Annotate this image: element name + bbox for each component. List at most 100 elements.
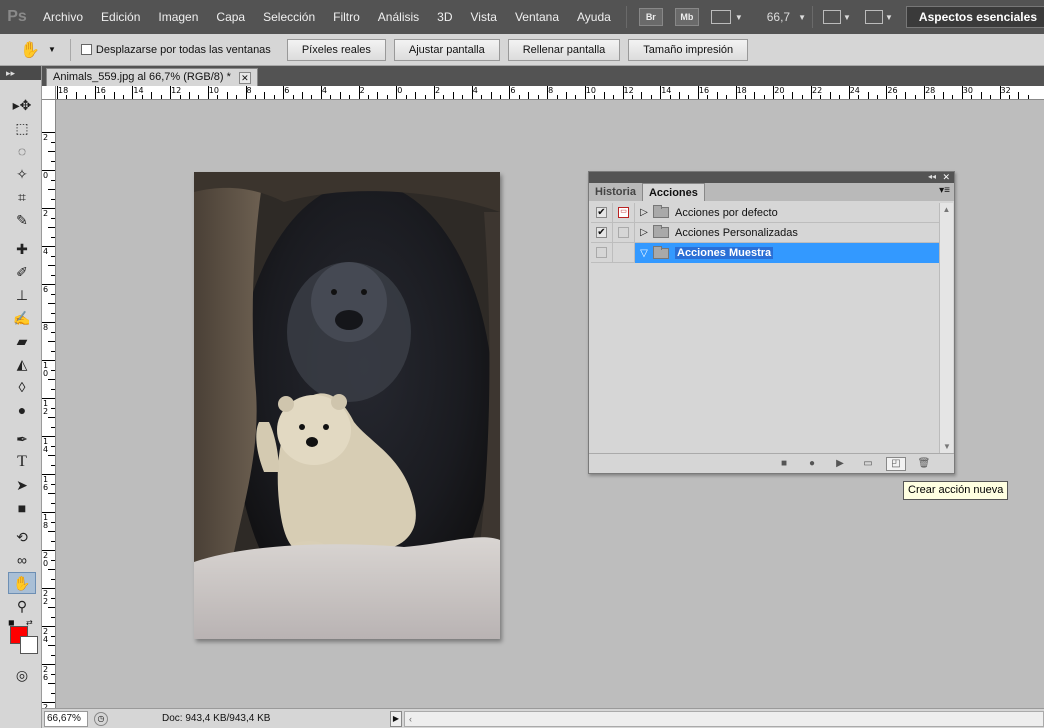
bridge-button[interactable]: Br	[638, 8, 663, 26]
arrange-documents-icon[interactable]	[823, 10, 842, 24]
healing-brush-tool-icon[interactable]: ✚	[8, 238, 36, 260]
zoom-field[interactable]: 66,67%	[44, 710, 88, 727]
status-info-icon[interactable]: ◷	[94, 711, 108, 726]
chevron-down-icon[interactable]: ▼	[48, 45, 56, 54]
ruler-tick	[57, 86, 58, 99]
dialog-toggle-icon[interactable]: ▭	[618, 207, 629, 218]
quick-mask-icon[interactable]: ◎	[8, 664, 36, 686]
minibridge-button[interactable]: Mb	[674, 8, 699, 26]
scroll-up-icon[interactable]: ▲	[940, 203, 953, 217]
panel-titlebar[interactable]: ◂◂ ✕	[589, 172, 954, 183]
paint-bucket-tool-icon[interactable]: ◭	[8, 353, 36, 375]
zoom-level[interactable]: 66,7	[761, 10, 796, 24]
vertical-ruler[interactable]: 20246810121416182022242628	[42, 100, 56, 708]
3d-orbit-tool-icon[interactable]: ∞	[8, 549, 36, 571]
blur-tool-icon[interactable]: ◊	[8, 376, 36, 398]
status-menu-arrow-icon[interactable]: ▶	[390, 710, 402, 727]
scroll-all-windows-option[interactable]: Desplazarse por todas las ventanas	[80, 44, 271, 56]
new-action-icon[interactable]: ◰	[886, 456, 906, 471]
ruler-minor-tick	[75, 92, 77, 99]
toggle-item-checkbox[interactable]: ✔	[596, 207, 607, 218]
move-tool-icon[interactable]: ▸✥	[8, 94, 36, 116]
fill-screen-button[interactable]: Rellenar pantalla	[507, 38, 621, 61]
actual-pixels-button[interactable]: Píxeles reales	[286, 38, 386, 61]
scroll-down-icon[interactable]: ▼	[940, 440, 954, 454]
stop-icon[interactable]: ■	[774, 457, 794, 471]
expand-triangle-icon[interactable]: ▷	[637, 207, 651, 218]
dialog-toggle-icon[interactable]	[618, 227, 629, 238]
record-icon[interactable]: ●	[802, 457, 822, 471]
horizontal-scrollbar[interactable]: ‹	[404, 710, 1044, 727]
lasso-tool-icon[interactable]: ◌	[8, 140, 36, 162]
list-item[interactable]: ✔ ▷ Acciones Personalizadas	[591, 222, 939, 243]
close-icon[interactable]: ✕	[942, 172, 950, 182]
ruler-tick-label: 4	[43, 247, 49, 256]
ruler-minor-tick	[226, 92, 228, 99]
new-set-icon[interactable]: ▭	[858, 457, 878, 471]
document-tab-bar: Animals_559.jpg al 66,7% (RGB/8) * ✕	[42, 66, 1044, 86]
view-extras-icon[interactable]	[710, 10, 731, 24]
menu-capa[interactable]: Capa	[207, 0, 254, 34]
eraser-tool-icon[interactable]: ▰	[8, 330, 36, 352]
document-image[interactable]	[194, 172, 500, 639]
clone-stamp-tool-icon[interactable]: ⊥	[8, 284, 36, 306]
eyedropper-tool-icon[interactable]: ✎	[8, 209, 36, 231]
print-size-button[interactable]: Tamaño impresión	[628, 38, 749, 61]
history-brush-tool-icon[interactable]: ✍	[8, 307, 36, 329]
menu-ventana[interactable]: Ventana	[506, 0, 568, 34]
chevron-down-icon[interactable]: ▼	[798, 13, 806, 22]
play-icon[interactable]: ▶	[830, 457, 850, 471]
chevron-down-icon[interactable]: ▼	[885, 13, 893, 22]
marquee-tool-icon[interactable]: ⬚	[8, 117, 36, 139]
horizontal-ruler[interactable]: 18 16 14 12 10 8 6 4 2 0 2 4 6 8 10 12 14 16 18 20 22 24 26 28 3…	[56, 86, 1044, 100]
collapse-panel-icon[interactable]: ▸▸	[0, 66, 41, 80]
tab-historia[interactable]: Historia	[589, 183, 642, 201]
ruler-origin[interactable]	[42, 86, 56, 100]
expand-triangle-icon[interactable]: ▷	[637, 227, 651, 238]
document-tab[interactable]: Animals_559.jpg al 66,7% (RGB/8) * ✕	[46, 68, 258, 86]
brush-tool-icon[interactable]: ✐	[8, 261, 36, 283]
quick-selection-tool-icon[interactable]: ✧	[8, 163, 36, 185]
path-selection-tool-icon[interactable]: ➤	[8, 474, 36, 496]
type-tool-icon[interactable]: T	[8, 451, 36, 473]
3d-rotate-tool-icon[interactable]: ⟲	[8, 526, 36, 548]
crop-tool-icon[interactable]: ⌗	[8, 186, 36, 208]
trash-icon[interactable]: 🗑	[914, 457, 934, 471]
background-color-swatch[interactable]	[20, 636, 38, 654]
fit-screen-button[interactable]: Ajustar pantalla	[393, 38, 500, 61]
menu-filtro[interactable]: Filtro	[324, 0, 369, 34]
pen-tool-icon[interactable]: ✒	[8, 428, 36, 450]
menu-imagen[interactable]: Imagen	[149, 0, 207, 34]
color-swatches: ◼ ⇄	[8, 618, 41, 658]
toggle-item-checkbox[interactable]	[596, 247, 607, 258]
collapse-panel-icon[interactable]: ◂◂	[928, 172, 936, 182]
panel-scrollbar[interactable]: ▲ ▼	[939, 203, 953, 454]
tab-acciones[interactable]: Acciones	[641, 183, 705, 201]
menu-vista[interactable]: Vista	[462, 0, 506, 34]
workspace-switcher[interactable]: Aspectos esenciales	[905, 6, 1044, 28]
chevron-down-icon[interactable]: ▼	[735, 13, 743, 22]
panel-menu-icon[interactable]: ▾≡	[939, 185, 950, 196]
menu-archivo[interactable]: Archivo	[34, 0, 92, 34]
menu-analisis[interactable]: Análisis	[369, 0, 428, 34]
ruler-tick-label: 22	[812, 86, 823, 95]
dodge-tool-icon[interactable]: ●	[8, 399, 36, 421]
hand-tool-icon[interactable]: ✋	[8, 572, 36, 594]
scroll-all-windows-checkbox[interactable]	[80, 44, 92, 55]
hand-tool-preset-icon[interactable]: ✋	[16, 39, 44, 61]
menu-3d[interactable]: 3D	[428, 0, 461, 34]
chevron-down-icon[interactable]: ▼	[843, 13, 851, 22]
ruler-minor-tick	[48, 569, 55, 570]
zoom-tool-icon[interactable]: ⚲	[8, 595, 36, 617]
menu-ayuda[interactable]: Ayuda	[568, 0, 620, 34]
screen-mode-icon[interactable]	[864, 10, 883, 24]
rectangle-tool-icon[interactable]: ■	[8, 497, 36, 519]
close-icon[interactable]: ✕	[238, 71, 251, 84]
toggle-item-checkbox[interactable]: ✔	[596, 227, 607, 238]
menu-seleccion[interactable]: Selección	[254, 0, 324, 34]
menu-edicion[interactable]: Edición	[92, 0, 149, 34]
list-item[interactable]: ▽ Acciones Muestra	[591, 242, 939, 263]
collapse-triangle-icon[interactable]: ▽	[637, 248, 651, 259]
ruler-tick-label: 24	[43, 627, 49, 644]
list-item[interactable]: ✔ ▭ ▷ Acciones por defecto	[591, 202, 939, 223]
